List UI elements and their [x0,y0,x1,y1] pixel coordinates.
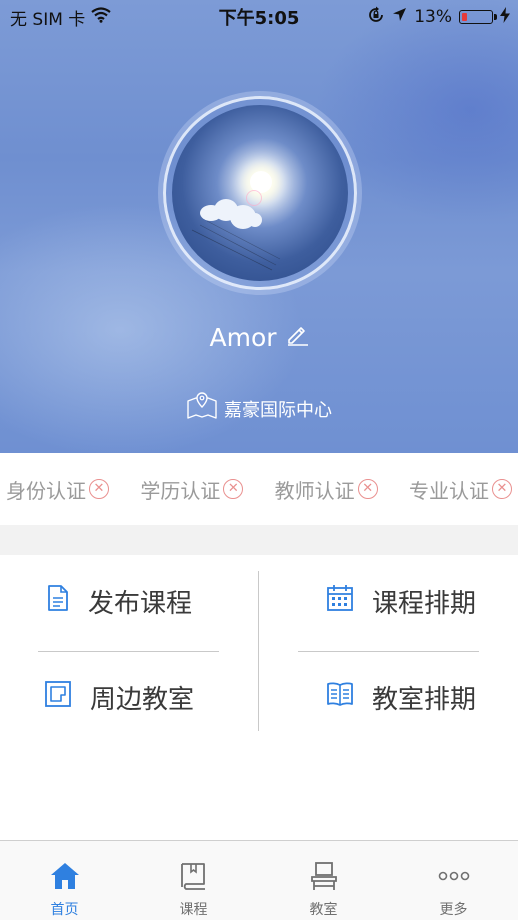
cert-identity[interactable]: 身份认证 ✕ [6,475,109,504]
home-icon [50,861,80,899]
avatar[interactable] [172,105,348,281]
tab-bar: 首页 课程 教室 更多 [0,840,518,920]
edit-icon[interactable] [285,322,309,352]
publish-course-button[interactable]: 发布课程 [46,583,192,620]
cert-teacher[interactable]: 教师认证 ✕ [275,475,378,504]
section-divider [0,525,518,555]
menu-divider [258,571,259,731]
menu-label: 课程排期 [372,589,477,619]
open-book-icon [326,681,354,714]
cert-education[interactable]: 学历认证 ✕ [140,475,244,504]
status-bar: 无 SIM 卡 下午5:05 13% [0,0,518,34]
tab-home[interactable]: 首页 [0,841,129,921]
map-pin-icon [186,392,218,425]
book-icon [179,861,209,899]
tab-courses[interactable]: 课程 [129,841,258,921]
calendar-icon [326,584,354,619]
tab-label: 首页 [50,902,79,918]
rotation-lock-icon [367,6,385,29]
battery-percent: 13% [414,7,452,27]
feature-menu: 发布课程 课程排期 周边教室 教室排期 [0,555,518,840]
document-icon [46,584,70,619]
classroom-icon [44,680,72,715]
menu-label: 周边教室 [90,685,195,715]
course-schedule-button[interactable]: 课程排期 [326,583,476,620]
cert-label: 专业认证 [408,478,489,503]
tab-classroom[interactable]: 教室 [259,841,388,921]
cert-label: 身份认证 [6,478,86,503]
menu-label: 教室排期 [372,685,477,715]
cert-label: 教师认证 [274,478,355,503]
unverified-icon: ✕ [491,479,512,499]
location-arrow-icon [392,7,407,27]
charging-icon [500,6,510,28]
tab-label: 教室 [309,902,338,918]
location-label: 嘉豪国际中心 [224,399,332,421]
menu-divider [38,651,219,652]
cert-label: 学历认证 [140,478,221,503]
unverified-icon: ✕ [223,479,244,499]
battery-icon [459,10,497,24]
chair-icon [309,861,339,899]
unverified-icon: ✕ [89,479,109,499]
unverified-icon: ✕ [357,479,378,499]
tab-label: 更多 [439,902,468,918]
nearby-classroom-button[interactable]: 周边教室 [44,679,194,716]
profile-header: 无 SIM 卡 下午5:05 13% Amor 嘉豪国际中心 [0,0,518,453]
tab-more[interactable]: 更多 [389,841,518,921]
certification-strip: 身份认证 ✕ 学历认证 ✕ 教师认证 ✕ 专业认证 ✕ [0,453,518,525]
menu-label: 发布课程 [88,589,193,619]
username: Amor [209,322,277,352]
menu-divider [298,651,479,652]
cert-professional[interactable]: 专业认证 ✕ [409,475,512,504]
more-icon [437,861,471,899]
tab-label: 课程 [179,902,208,918]
classroom-schedule-button[interactable]: 教室排期 [326,679,476,716]
